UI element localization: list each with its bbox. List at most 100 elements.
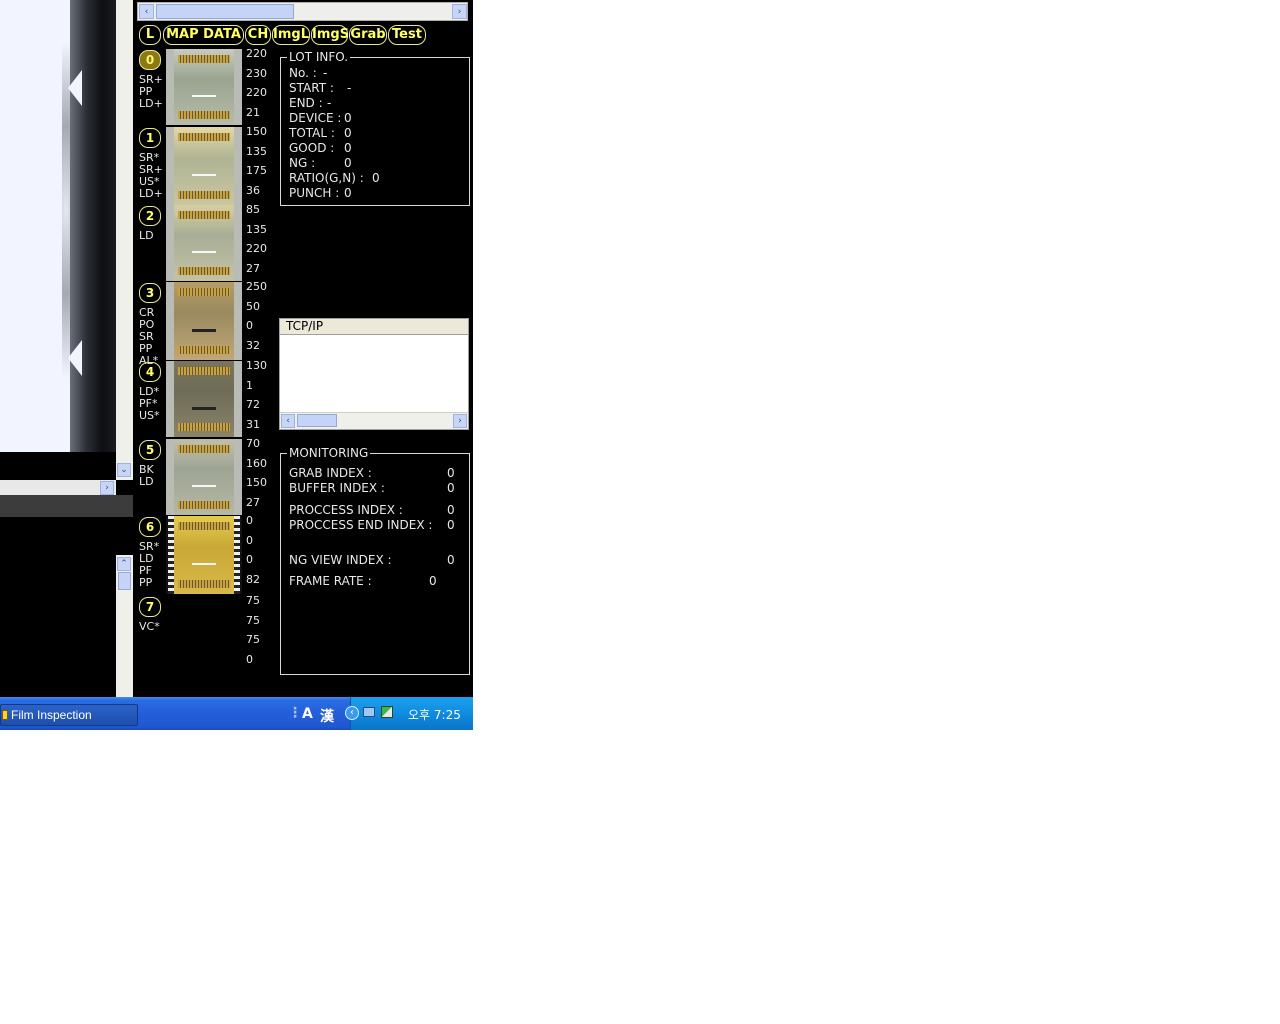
slot-value: 220 (246, 86, 267, 99)
lot-info-title: LOT INFO. (287, 50, 351, 64)
tab-l[interactable]: L (139, 25, 161, 45)
divider-bar (0, 495, 133, 517)
lot-info-label: START : (289, 81, 334, 95)
film-thumbnail-5[interactable] (166, 439, 242, 515)
slot-value: 70 (246, 437, 260, 450)
show-hidden-icons-icon[interactable]: ‹ (345, 706, 359, 720)
slot-value: 32 (246, 338, 260, 352)
scroll-left-button[interactable]: ‹ (281, 414, 295, 428)
slot-badge-7[interactable]: 7 (139, 597, 161, 617)
tab-imgl[interactable]: ImgL (272, 25, 310, 45)
slot-badge-6[interactable]: 6 (139, 517, 161, 537)
scroll-left-button[interactable]: ‹ (139, 4, 154, 19)
viewer-vertical-scrollbar[interactable] (116, 0, 133, 480)
language-bar[interactable]: ⋮ A 漢 (288, 704, 348, 726)
slot-value: 27 (246, 261, 260, 275)
slot-value: 75 (246, 613, 260, 627)
film-thumbnail-6[interactable] (166, 516, 242, 594)
slot-defect-codes-5: BK LD (139, 463, 154, 488)
lot-info-label: END : (289, 96, 323, 110)
lot-info-value: - (323, 66, 328, 80)
slot-value: 36 (246, 183, 260, 197)
slot-value: 175 (246, 164, 267, 177)
slot-badge-2[interactable]: 2 (139, 206, 161, 226)
slot-badge-0[interactable]: 0 (139, 50, 161, 70)
scroll-thumb[interactable] (156, 4, 294, 19)
slot-badge-1[interactable]: 1 (139, 128, 161, 148)
tab-test[interactable]: Test (388, 25, 426, 45)
slot-value: 0 (246, 514, 253, 527)
grab-index-value: 0 (447, 466, 455, 480)
slot-defect-codes-7: VC* (139, 620, 160, 633)
slot-value: 82 (246, 572, 260, 586)
monitoring-group: MONITORING GRAB INDEX : 0 BUFFER INDEX :… (280, 446, 470, 675)
tcp-horizontal-scrollbar[interactable]: ‹ › (280, 412, 468, 429)
buffer-index-value: 0 (447, 481, 455, 495)
frame-rate-value: 0 (429, 574, 437, 588)
camera-image-view[interactable] (0, 0, 116, 452)
clock[interactable]: 오후 7:25 (408, 706, 461, 723)
lot-info-value: 0 (344, 156, 352, 170)
tab-map-data[interactable]: MAP DATA (163, 25, 244, 45)
slot-value: 150 (246, 125, 267, 138)
scroll-right-button[interactable]: › (453, 414, 467, 428)
slot-value: 220 (246, 47, 267, 60)
film-thumbnail-4[interactable] (166, 361, 242, 437)
slot-value: 150 (246, 476, 267, 489)
lot-info-label: TOTAL : (289, 126, 335, 140)
film-thumbnail-3[interactable] (166, 282, 242, 360)
slot-value: 130 (246, 359, 267, 372)
scroll-right-button[interactable]: › (452, 4, 467, 19)
input-mode-hanja[interactable]: 漢 (320, 706, 334, 726)
network-icon[interactable] (363, 707, 375, 717)
film-thumbnail-0[interactable] (166, 49, 242, 125)
lot-info-value: 0 (372, 171, 380, 185)
slot-badge-3[interactable]: 3 (139, 283, 161, 303)
scroll-thumb[interactable] (297, 414, 337, 427)
slot-value: 230 (246, 66, 267, 80)
scroll-right-button[interactable]: › (100, 481, 114, 495)
slot-value: 85 (246, 203, 260, 216)
scroll-down-button[interactable]: ⌄ (117, 463, 131, 477)
lot-info-label: PUNCH : (289, 186, 340, 200)
security-icon[interactable] (381, 706, 393, 718)
lot-info-label: RATIO(G,N) : (289, 171, 364, 185)
film-thumbnail-2[interactable] (166, 205, 242, 281)
taskbar-app-button[interactable]: Film Inspection (0, 704, 138, 726)
slot-defect-codes-1: SR* SR+ US* LD+ (139, 151, 163, 200)
input-mode-a[interactable]: A (302, 706, 313, 722)
frame-rate-label: FRAME RATE : (289, 574, 372, 588)
grab-index-label: GRAB INDEX : (289, 466, 372, 480)
slot-badge-4[interactable]: 4 (139, 362, 161, 382)
slot-defect-codes-4: LD* PF* US* (139, 385, 160, 422)
lot-info-value: 0 (344, 141, 352, 155)
slot-defect-codes-2: LD (139, 229, 154, 242)
lot-info-value: 0 (344, 186, 352, 200)
slot-defect-codes-3: CR PO SR PP AL* (139, 306, 159, 367)
lot-info-group: LOT INFO. No. : - START : - END : - DEVICE :0T… (280, 50, 470, 206)
slot-value: 135 (246, 222, 267, 236)
scroll-thumb[interactable] (118, 572, 131, 590)
system-tray: ‹ 오후 7:25 (345, 697, 473, 730)
slot-value: 75 (246, 594, 260, 607)
map-horizontal-scrollbar[interactable]: ‹ › (137, 2, 468, 21)
scroll-up-button[interactable]: ⌃ (117, 557, 131, 571)
lot-info-value: 0 (344, 126, 352, 140)
ng-view-index-label: NG VIEW INDEX : (289, 553, 392, 567)
process-index-value: 0 (447, 503, 455, 517)
slot-value: 0 (246, 319, 253, 332)
lot-info-value: - (347, 81, 352, 95)
film-thumbnail-1[interactable] (166, 127, 242, 205)
slot-value: 0 (246, 533, 253, 547)
slot-badge-5[interactable]: 5 (139, 440, 161, 460)
lot-info-value: 0 (344, 111, 352, 125)
tab-imgs[interactable]: ImgS (311, 25, 349, 45)
app-icon (2, 710, 8, 720)
slot-defect-codes-0: SR+ PP LD+ (139, 73, 163, 110)
process-end-index-value: 0 (447, 518, 455, 532)
tab-grab[interactable]: Grab (349, 25, 387, 45)
tcp-ip-log[interactable]: TCP/IP ‹ › (279, 318, 469, 430)
viewer-horizontal-scrollbar[interactable] (0, 480, 116, 495)
tab-ch[interactable]: CH (245, 25, 271, 45)
lot-info-label: No. : (289, 66, 317, 80)
